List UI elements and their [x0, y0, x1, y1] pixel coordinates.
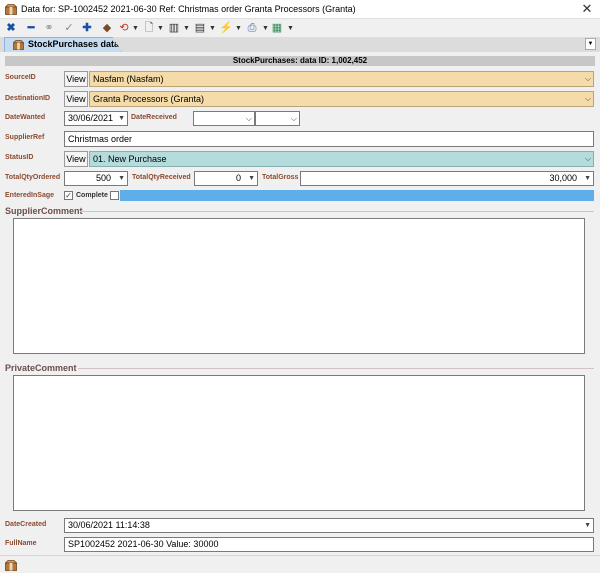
date-created-input[interactable]: 30/06/2021 11:14:38 ▼ [64, 518, 594, 533]
source-label: SourceID [5, 74, 36, 81]
date-wanted-value: 30/06/2021 [68, 113, 114, 123]
close-button[interactable]: ✕ [578, 1, 596, 17]
app-box-icon [13, 40, 24, 50]
total-gross-value: 30,000 [549, 173, 577, 183]
chevron-down-icon[interactable]: ⌵ [246, 112, 252, 125]
print-icon[interactable]: ⎙ [245, 21, 259, 36]
status-bar [0, 555, 600, 573]
date-wanted-label: DateWanted [5, 114, 46, 121]
supplier-ref-value: Christmas order [68, 134, 133, 144]
supplier-comment-textarea[interactable] [13, 218, 585, 354]
full-name-value: SP1002452 2021-06-30 Value: 30000 [68, 539, 219, 549]
form-icon[interactable]: ▤ [193, 21, 207, 36]
destination-value: Granta Processors (Granta) [93, 94, 205, 104]
lightning-icon[interactable]: ⚡ [219, 21, 233, 36]
window-title: Data for: SP-1002452 2021-06-30 Ref: Chr… [21, 4, 356, 14]
time-received-input[interactable]: ⌵ [255, 111, 300, 126]
chevron-down-icon[interactable]: ▼ [118, 172, 125, 185]
date-created-value: 30/06/2021 11:14:38 [68, 520, 150, 530]
entered-in-sage-label: EnteredInSage [5, 192, 55, 199]
chevron-down-icon[interactable]: ▼ [584, 519, 591, 532]
check-icon[interactable]: ✓ [62, 21, 76, 36]
status-label: StatusID [5, 154, 34, 161]
status-view-button[interactable]: View [64, 151, 88, 167]
source-value: Nasfam (Nasfam) [93, 74, 164, 84]
print-dropdown-icon[interactable]: ▼ [262, 21, 269, 36]
complete-highlight-bar [120, 190, 594, 201]
private-comment-textarea[interactable] [13, 375, 585, 511]
chevron-down-icon[interactable]: ▼ [584, 172, 591, 185]
entered-in-sage-checkbox[interactable]: ✓ [64, 191, 73, 200]
document-icon[interactable]: 🗋 [142, 21, 156, 36]
title-bar: Data for: SP-1002452 2021-06-30 Ref: Chr… [0, 0, 600, 19]
check-icon: ✓ [65, 191, 72, 200]
form-dropdown-icon[interactable]: ▼ [209, 21, 216, 36]
private-comment-label: PrivateComment [5, 363, 77, 373]
full-name-label: FullName [5, 540, 37, 547]
date-received-label: DateReceived [131, 114, 177, 121]
complete-label: Complete [76, 192, 108, 199]
chart-icon[interactable]: ▦ [270, 21, 284, 36]
chevron-down-icon[interactable]: ⌵ [585, 72, 591, 86]
cancel-x-icon[interactable]: ✖ [4, 21, 18, 36]
total-qty-ordered-value: 500 [95, 173, 111, 183]
eraser-icon[interactable]: ◆ [100, 21, 114, 36]
app-box-icon [5, 560, 17, 571]
total-qty-ordered-input[interactable]: 500 ▼ [64, 171, 128, 186]
refresh-dropdown-icon[interactable]: ▼ [132, 21, 139, 36]
total-qty-received-input[interactable]: 0 ▼ [194, 171, 258, 186]
status-select[interactable]: 01. New Purchase ⌵ [89, 151, 594, 167]
supplier-ref-label: SupplierRef [5, 134, 45, 141]
minus-icon[interactable]: ━ [24, 21, 38, 36]
total-qty-ordered-label: TotalQtyOrdered [5, 174, 61, 181]
destination-select[interactable]: Granta Processors (Granta) ⌵ [89, 91, 594, 107]
tab-label: StockPurchases data [28, 39, 120, 49]
toolbar: ✖ ━ ⚭ ✓ ✚ ◆ ⟲ ▼ 🗋 ▼ ▥ ▼ ▤ ▼ ⚡ ▼ ⎙ ▼ ▦ ▼ [0, 19, 600, 38]
plus-icon[interactable]: ✚ [80, 21, 94, 36]
section-divider [80, 211, 594, 212]
full-name-input[interactable]: SP1002452 2021-06-30 Value: 30000 [64, 537, 594, 552]
columns-icon[interactable]: ▥ [167, 21, 181, 36]
total-qty-received-value: 0 [235, 173, 241, 183]
record-header: StockPurchases: data ID: 1,002,452 [5, 56, 595, 66]
app-box-icon [5, 4, 17, 15]
columns-dropdown-icon[interactable]: ▼ [183, 21, 190, 36]
chevron-down-icon[interactable]: ▼ [248, 172, 255, 185]
date-wanted-input[interactable]: 30/06/2021 ▼ [64, 111, 128, 126]
section-divider [78, 368, 594, 369]
chevron-down-icon[interactable]: ⌵ [585, 152, 591, 166]
date-received-input[interactable]: ⌵ [193, 111, 255, 126]
lightning-dropdown-icon[interactable]: ▼ [235, 21, 242, 36]
refresh-icon[interactable]: ⟲ [117, 21, 131, 36]
status-value: 01. New Purchase [93, 154, 167, 164]
supplier-ref-input[interactable]: Christmas order [64, 131, 594, 147]
total-gross-input[interactable]: 30,000 ▼ [300, 171, 594, 186]
chevron-down-icon[interactable]: ⌵ [291, 112, 297, 125]
complete-checkbox[interactable] [110, 191, 119, 200]
chevron-down-icon[interactable]: ▼ [118, 112, 125, 125]
link-icon[interactable]: ⚭ [42, 21, 56, 36]
total-gross-label: TotalGross [262, 174, 299, 181]
source-view-button[interactable]: View [64, 71, 88, 87]
supplier-comment-label: SupplierComment [5, 206, 83, 216]
chart-dropdown-icon[interactable]: ▼ [287, 21, 294, 36]
source-select[interactable]: Nasfam (Nasfam) ⌵ [89, 71, 594, 87]
destination-view-button[interactable]: View [64, 91, 88, 107]
total-qty-received-label: TotalQtyReceived [132, 174, 191, 181]
tab-stockpurchases[interactable]: StockPurchases data [4, 37, 122, 52]
destination-label: DestinationID [5, 95, 51, 102]
chevron-down-icon[interactable]: ⌵ [585, 92, 591, 106]
date-created-label: DateCreated [5, 521, 47, 528]
document-dropdown-icon[interactable]: ▼ [157, 21, 164, 36]
tab-menu-chevron-down-icon[interactable]: ▼ [585, 38, 596, 50]
